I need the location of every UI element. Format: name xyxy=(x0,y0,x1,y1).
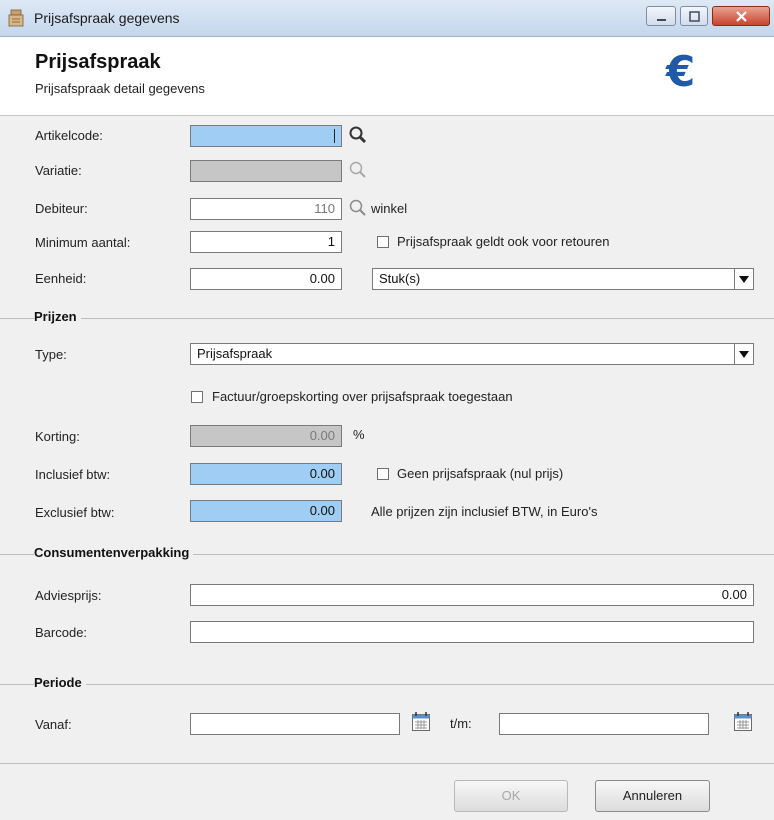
geen-prijsafspraak-checkbox[interactable] xyxy=(377,468,389,480)
factuur-checkbox[interactable] xyxy=(191,391,203,403)
dialog-header: Prijsafspraak Prijsafspraak detail gegev… xyxy=(0,37,774,116)
maximize-icon xyxy=(689,11,700,22)
app-icon xyxy=(8,9,24,27)
page-subtitle: Prijsafspraak detail gegevens xyxy=(35,81,205,96)
eenheid-value: 0.00 xyxy=(309,271,335,286)
annuleren-button[interactable]: Annuleren xyxy=(595,780,710,812)
artikelcode-label: Artikelcode: xyxy=(35,128,103,143)
prices-note: Alle prijzen zijn inclusief BTW, in Euro… xyxy=(371,504,598,519)
eenheid-label: Eenheid: xyxy=(35,271,87,286)
tm-date-input[interactable] xyxy=(499,713,709,735)
close-button[interactable] xyxy=(712,6,770,26)
minimum-aantal-label: Minimum aantal: xyxy=(35,235,131,250)
text-cursor xyxy=(334,129,335,143)
divider xyxy=(0,684,774,685)
geen-prijsafspraak-label[interactable]: Geen prijsafspraak (nul prijs) xyxy=(397,466,563,481)
vanaf-date-input[interactable] xyxy=(190,713,400,735)
debiteur-label: Debiteur: xyxy=(35,201,88,216)
tm-label: t/m: xyxy=(450,716,472,731)
retouren-checkbox-label[interactable]: Prijsafspraak geldt ook voor retouren xyxy=(397,234,609,249)
korting-value: 0.00 xyxy=(309,428,335,443)
search-icon xyxy=(349,161,366,178)
exclusief-value: 0.00 xyxy=(309,503,335,518)
calendar-icon[interactable] xyxy=(411,711,431,733)
eenheid-input[interactable]: 0.00 xyxy=(190,268,342,290)
korting-unit: % xyxy=(353,427,365,442)
debiteur-input[interactable]: 110 xyxy=(190,198,342,220)
periode-section-header: Periode xyxy=(0,675,774,695)
retouren-checkbox[interactable] xyxy=(377,236,389,248)
chevron-down-icon[interactable] xyxy=(734,344,753,364)
variatie-input xyxy=(190,160,342,182)
korting-label: Korting: xyxy=(35,429,80,444)
inclusief-value: 0.00 xyxy=(309,466,335,481)
prijzen-section-header: Prijzen xyxy=(0,309,774,329)
chevron-down-icon[interactable] xyxy=(734,269,753,289)
adviesprijs-value: 0.00 xyxy=(721,587,747,602)
adviesprijs-label: Adviesprijs: xyxy=(35,588,102,603)
minimize-icon xyxy=(657,19,666,21)
factuur-checkbox-label[interactable]: Factuur/groepskorting over prijsafspraak… xyxy=(212,389,513,404)
type-select[interactable]: Prijsafspraak xyxy=(190,343,754,365)
search-icon[interactable] xyxy=(348,125,368,145)
prijzen-section-title: Prijzen xyxy=(34,309,81,324)
vanaf-label: Vanaf: xyxy=(35,717,72,732)
consumentenverpakking-section-header: Consumentenverpakking xyxy=(0,545,774,565)
exclusief-label: Exclusief btw: xyxy=(35,505,115,520)
consumentenverpakking-section-title: Consumentenverpakking xyxy=(34,545,194,560)
periode-section-title: Periode xyxy=(34,675,86,690)
korting-input: 0.00 xyxy=(190,425,342,447)
variatie-label: Variatie: xyxy=(35,163,82,178)
close-icon xyxy=(736,11,747,22)
type-value: Prijsafspraak xyxy=(197,346,273,361)
euro-icon: € xyxy=(666,47,696,96)
minimum-aantal-input[interactable]: 1 xyxy=(190,231,342,253)
type-label: Type: xyxy=(35,347,67,362)
eenheid-unit-value: Stuk(s) xyxy=(379,271,421,286)
maximize-button[interactable] xyxy=(680,6,708,26)
eenheid-unit-select[interactable]: Stuk(s) xyxy=(372,268,754,290)
debiteur-value: 110 xyxy=(314,201,335,216)
divider xyxy=(0,318,774,319)
adviesprijs-input[interactable]: 0.00 xyxy=(190,584,754,606)
minimize-button[interactable] xyxy=(646,6,676,26)
window-titlebar[interactable]: Prijsafspraak gegevens xyxy=(0,0,774,37)
barcode-label: Barcode: xyxy=(35,625,88,640)
inclusief-input[interactable]: 0.00 xyxy=(190,463,342,485)
calendar-icon[interactable] xyxy=(733,711,753,733)
exclusief-input[interactable]: 0.00 xyxy=(190,500,342,522)
inclusief-label: Inclusief btw: xyxy=(35,467,111,482)
barcode-input[interactable] xyxy=(190,621,754,643)
page-title: Prijsafspraak xyxy=(35,51,161,73)
window-title: Prijsafspraak gegevens xyxy=(34,10,180,26)
search-icon[interactable] xyxy=(348,198,368,218)
debiteur-name: winkel xyxy=(371,201,408,216)
ok-button[interactable]: OK xyxy=(454,780,568,812)
minimum-aantal-value: 1 xyxy=(327,234,335,249)
footer-divider xyxy=(0,763,774,764)
artikelcode-input[interactable] xyxy=(190,125,342,147)
